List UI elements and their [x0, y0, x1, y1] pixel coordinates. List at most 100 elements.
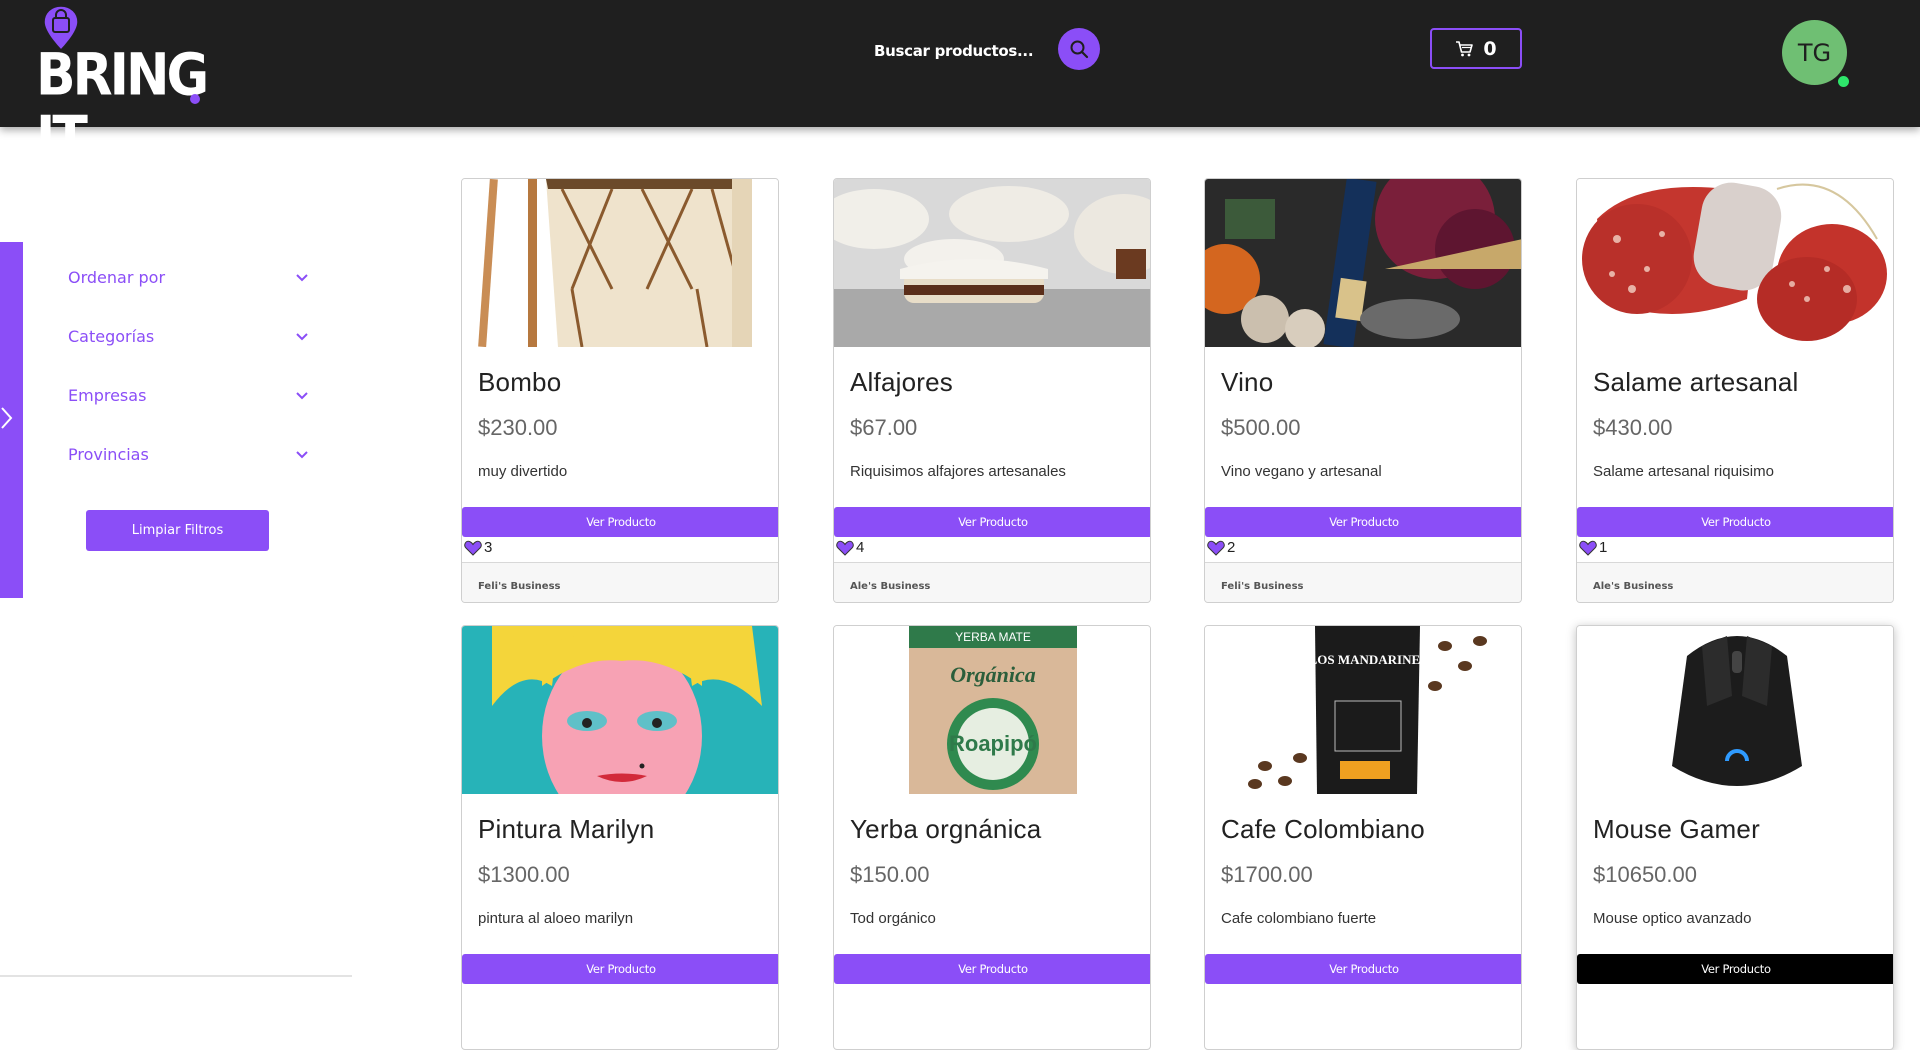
view-product-button[interactable]: Ver Producto	[462, 507, 778, 537]
product-card: Alfajores $67.00 Riquisimos alfajores ar…	[833, 178, 1151, 603]
product-title: Salame artesanal	[1593, 367, 1799, 397]
yerba-brand: Roapipó	[949, 731, 1037, 756]
heart-icon	[1207, 540, 1225, 556]
filter-sort-by[interactable]: Ordenar por	[68, 248, 308, 307]
product-card-hovered: Mouse Gamer $10650.00 Mouse optico avanz…	[1576, 625, 1894, 1050]
view-product-button[interactable]: Ver Producto	[1577, 507, 1893, 537]
brand-dot	[190, 94, 200, 104]
view-product-button[interactable]: Ver Producto	[834, 954, 1150, 984]
product-price: $1300.00	[478, 862, 570, 887]
filter-panel: Ordenar por Categorías Empresas Provinci…	[68, 248, 308, 484]
cart-count: 0	[1483, 37, 1497, 60]
view-product-button[interactable]: Ver Producto	[1205, 954, 1521, 984]
filter-provinces[interactable]: Provincias	[68, 425, 308, 484]
filter-businesses[interactable]: Empresas	[68, 366, 308, 425]
product-price: $1700.00	[1221, 862, 1313, 887]
heart-icon	[464, 540, 482, 556]
product-description: Mouse optico avanzado	[1593, 910, 1752, 927]
search-icon	[1070, 40, 1089, 59]
filter-label: Categorías	[68, 327, 155, 346]
product-image-marilyn[interactable]	[462, 626, 778, 794]
brand-name: BRING IT	[36, 41, 209, 172]
product-title: Yerba orgnánica	[850, 814, 1042, 844]
business-name: Feli's Business	[1221, 581, 1304, 592]
yerba-label-organica: Orgánica	[950, 662, 1036, 687]
product-title: Alfajores	[850, 367, 953, 397]
like-count: 2	[1227, 539, 1236, 556]
chevron-down-icon	[296, 391, 308, 399]
cart-icon	[1456, 40, 1474, 56]
product-card: Bombo $230.00 muy divertido Ver Producto…	[461, 178, 779, 603]
search-button[interactable]	[1058, 28, 1100, 70]
view-product-button[interactable]: Ver Producto	[1577, 954, 1893, 984]
product-title: Bombo	[478, 367, 562, 397]
user-avatar[interactable]: TG	[1782, 20, 1847, 85]
product-price: $430.00	[1593, 415, 1673, 440]
product-card: LOS MANDARINES Cafe Colombiano $1700.00 …	[1204, 625, 1522, 1050]
sidebar-toggle[interactable]	[0, 242, 23, 598]
card-footer: Ale's Business	[834, 562, 1150, 602]
card-footer: Feli's Business	[462, 562, 778, 602]
like-count: 3	[484, 539, 493, 556]
heart-icon	[1579, 540, 1597, 556]
filter-label: Ordenar por	[68, 268, 166, 287]
product-price: $150.00	[850, 862, 930, 887]
product-card: YERBA MATE Orgánica Roapipó Yerba orgnán…	[833, 625, 1151, 1050]
chevron-right-icon	[1, 407, 13, 429]
view-product-button[interactable]: Ver Producto	[1205, 507, 1521, 537]
filter-label: Empresas	[68, 386, 147, 405]
like-button[interactable]: 4	[836, 539, 864, 556]
product-description: muy divertido	[478, 463, 568, 480]
coffee-brand: LOS MANDARINES	[1309, 652, 1428, 667]
view-product-button[interactable]: Ver Producto	[462, 954, 778, 984]
business-name: Feli's Business	[478, 581, 561, 592]
product-title: Cafe Colombiano	[1221, 814, 1425, 844]
search-input[interactable]	[874, 38, 1034, 64]
product-image-coffee[interactable]: LOS MANDARINES	[1205, 626, 1521, 794]
product-description: Vino vegano y artesanal	[1221, 463, 1382, 480]
chevron-down-icon	[296, 450, 308, 458]
chevron-down-icon	[296, 332, 308, 340]
view-product-button[interactable]: Ver Producto	[834, 507, 1150, 537]
product-image-alfajores[interactable]	[834, 179, 1150, 347]
like-button[interactable]: 3	[464, 539, 492, 556]
product-price: $10650.00	[1593, 862, 1697, 887]
filter-label: Provincias	[68, 445, 149, 464]
product-title: Pintura Marilyn	[478, 814, 655, 844]
product-image-wine[interactable]	[1205, 179, 1521, 347]
like-button[interactable]: 1	[1579, 539, 1607, 556]
clear-filters-button[interactable]: Limpiar Filtros	[86, 510, 269, 551]
product-description: Cafe colombiano fuerte	[1221, 910, 1377, 927]
product-description: Riquisimos alfajores artesanales	[850, 463, 1066, 480]
product-title: Mouse Gamer	[1593, 814, 1760, 844]
brand-logo[interactable]: BRING IT	[36, 4, 209, 169]
chevron-down-icon	[296, 273, 308, 281]
product-price: $500.00	[1221, 415, 1301, 440]
product-image-mouse[interactable]	[1577, 626, 1893, 794]
like-count: 4	[856, 539, 865, 556]
product-image-salami[interactable]	[1577, 179, 1893, 347]
card-footer: Ale's Business	[1577, 562, 1893, 602]
online-status-indicator	[1838, 76, 1849, 87]
yerba-label-top: YERBA MATE	[955, 630, 1031, 644]
product-price: $230.00	[478, 415, 558, 440]
business-name: Ale's Business	[1593, 581, 1674, 592]
product-card: Pintura Marilyn $1300.00 pintura al aloe…	[461, 625, 779, 1050]
like-count: 1	[1599, 539, 1608, 556]
card-footer: Feli's Business	[1205, 562, 1521, 602]
product-description: Salame artesanal riquisimo	[1593, 463, 1774, 480]
product-price: $67.00	[850, 415, 918, 440]
product-card: Salame artesanal $430.00 Salame artesana…	[1576, 178, 1894, 603]
top-navbar: BRING IT 0 TG	[0, 0, 1920, 169]
product-title: Vino	[1221, 367, 1274, 397]
product-image-yerba[interactable]: YERBA MATE Orgánica Roapipó	[834, 626, 1150, 794]
heart-icon	[836, 540, 854, 556]
business-name: Ale's Business	[850, 581, 931, 592]
like-button[interactable]: 2	[1207, 539, 1235, 556]
product-card: Vino $500.00 Vino vegano y artesanal Ver…	[1204, 178, 1522, 603]
filter-categories[interactable]: Categorías	[68, 307, 308, 366]
product-description: Tod orgánico	[850, 910, 936, 927]
cart-button[interactable]: 0	[1430, 28, 1522, 69]
product-image-drum[interactable]	[462, 179, 778, 347]
product-description: pintura al aloeo marilyn	[478, 910, 634, 927]
